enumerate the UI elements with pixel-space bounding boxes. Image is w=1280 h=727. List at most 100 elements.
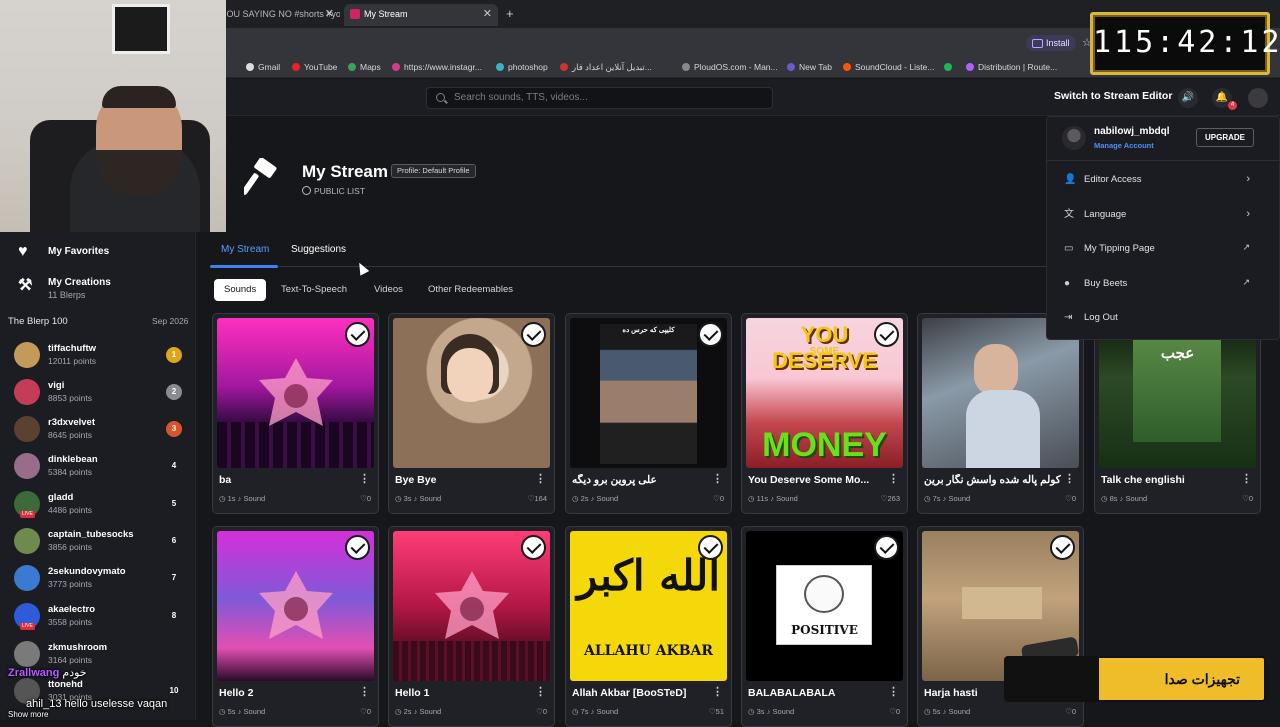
selected-check-icon[interactable] xyxy=(874,535,899,560)
bookmark-maps[interactable]: Maps xyxy=(348,60,381,74)
more-options-icon[interactable]: ⋮ xyxy=(712,472,723,485)
clock-icon: ◷ xyxy=(219,494,228,503)
more-options-icon[interactable]: ⋮ xyxy=(359,472,370,485)
menu-item-log-out[interactable]: ⇥ Log Out xyxy=(1064,310,1264,328)
selected-check-icon[interactable] xyxy=(1050,535,1075,560)
sound-likes[interactable]: 51 xyxy=(709,707,724,716)
more-options-icon[interactable]: ⋮ xyxy=(359,685,370,698)
close-tab-icon[interactable]: ✕ xyxy=(325,4,334,24)
sound-likes[interactable]: 164 xyxy=(528,494,547,503)
globe-icon xyxy=(302,186,311,195)
bookmark-instagram[interactable]: https://www.instagr... xyxy=(392,60,482,74)
sound-card[interactable]: عجب Talk che englishi ⋮ ◷ 8s ♪ Sound 0 xyxy=(1094,313,1261,514)
sound-card[interactable]: ba ⋮ ◷ 1s ♪ Sound 0 xyxy=(212,313,379,514)
subtab-videos[interactable]: Videos xyxy=(364,279,413,301)
leaderboard-row[interactable]: captain_tubesocks 3856 points 6 xyxy=(14,526,196,556)
install-app-button[interactable]: Install xyxy=(1026,35,1076,51)
new-tab-icon[interactable]: + xyxy=(506,6,514,21)
leaderboard-row[interactable]: 2sekundovymato 3773 points 7 xyxy=(14,563,196,593)
sound-card[interactable]: کولم پاله شده واسش نگار برین ⋮ ◷ 7s ♪ Soun… xyxy=(917,313,1084,514)
leaderboard-username: gladd xyxy=(48,492,74,503)
sound-thumbnail[interactable]: عجب xyxy=(1099,318,1256,468)
thumb-caption: MONEY xyxy=(762,426,887,464)
subtab-sounds[interactable]: Sounds xyxy=(214,279,267,301)
leaderboard-username: r3dxvelvet xyxy=(48,417,96,428)
search-input[interactable]: Search sounds, TTS, videos... xyxy=(426,87,773,109)
sound-likes[interactable]: 0 xyxy=(360,494,371,503)
sound-type: Sound xyxy=(419,707,442,716)
leaderboard-row[interactable]: tiffachuftw 12011 points 1 xyxy=(14,340,196,370)
selected-check-icon[interactable] xyxy=(345,535,370,560)
clock-icon: ◷ xyxy=(572,494,581,503)
more-options-icon[interactable]: ⋮ xyxy=(535,685,546,698)
more-options-icon[interactable]: ⋮ xyxy=(1241,472,1252,485)
bookmark-youtube[interactable]: YouTube xyxy=(292,60,337,74)
rank-position-badge: 3 xyxy=(166,421,182,437)
leaderboard-row[interactable]: vigi 8853 points 2 xyxy=(14,377,196,407)
sound-card[interactable]: Hello 2 ⋮ ◷ 5s ♪ Sound 0 xyxy=(212,526,379,727)
bookmark-distribution[interactable]: Distribution | Route... xyxy=(966,60,1057,74)
logout-icon: ⇥ xyxy=(1064,312,1073,323)
sound-card[interactable]: YOU DESERVE SOME MONEY You Deserve Some Mo.… xyxy=(741,313,908,514)
selected-check-icon[interactable] xyxy=(345,322,370,347)
manage-account-link[interactable]: Manage Account xyxy=(1094,141,1154,150)
sound-likes[interactable]: 0 xyxy=(713,494,724,503)
selected-check-icon[interactable] xyxy=(874,322,899,347)
sound-likes[interactable]: 0 xyxy=(360,707,371,716)
browser-tab-active[interactable]: My Stream ✕ xyxy=(344,4,498,26)
browser-window-icon: ▭ xyxy=(1064,243,1074,254)
more-options-icon[interactable]: ⋮ xyxy=(712,685,723,698)
subtab-other-redeemables[interactable]: Other Redeemables xyxy=(418,279,523,301)
volume-icon[interactable]: 🔊 xyxy=(1178,88,1198,108)
menu-item-language[interactable]: 文 Language › xyxy=(1064,207,1264,225)
leaderboard-row[interactable]: dinklebean 5384 points 4 xyxy=(14,451,196,481)
sound-likes[interactable]: 0 xyxy=(1065,707,1076,716)
menu-item-editor-access[interactable]: 👤 Editor Access › xyxy=(1064,172,1264,190)
sound-likes[interactable]: 0 xyxy=(1242,494,1253,503)
subtab-text-to-speech[interactable]: Text-To-Speech xyxy=(271,279,357,301)
more-options-icon[interactable]: ⋮ xyxy=(535,472,546,485)
sound-card[interactable]: POSITIVE BALABALABALA ⋮ ◷ 3s ♪ Sound 0 xyxy=(741,526,908,727)
chat-show-more[interactable]: Show more xyxy=(8,710,48,719)
leaderboard-row[interactable]: zkmushroom 3164 points xyxy=(14,639,196,669)
upgrade-button[interactable]: UPGRADE xyxy=(1196,128,1254,147)
sound-thumbnail[interactable] xyxy=(922,318,1079,468)
bookmark-soundcloud[interactable]: SoundCloud - Liste... xyxy=(843,60,934,74)
selected-check-icon[interactable] xyxy=(521,535,546,560)
sound-likes[interactable]: 0 xyxy=(889,707,900,716)
bookmark-number-converter[interactable]: تبدیل آنلاین اعداد فار... xyxy=(560,60,652,74)
menu-item-buy-beets[interactable]: ● Buy Beets ↗ xyxy=(1064,276,1264,294)
leaderboard-row[interactable]: gladd 4486 points 5 LIVE xyxy=(14,489,196,519)
sound-likes[interactable]: 0 xyxy=(1065,494,1076,503)
more-options-icon[interactable]: ⋮ xyxy=(888,685,899,698)
tab-my-stream[interactable]: My Stream xyxy=(221,244,269,255)
selected-check-icon[interactable] xyxy=(521,322,546,347)
bookmark-spotify[interactable] xyxy=(944,60,956,74)
tab-suggestions[interactable]: Suggestions xyxy=(291,244,346,255)
sound-card[interactable]: کلیپی که حرس ده علی پروین برو دیگه ⋮ ◷ 2s ♪… xyxy=(565,313,732,514)
switch-to-stream-editor-button[interactable]: Switch to Stream Editor xyxy=(1054,90,1172,102)
menu-item-tipping-page[interactable]: ▭ My Tipping Page ↗ xyxy=(1064,241,1264,259)
profile-tag[interactable]: Profile: Default Profile xyxy=(391,164,476,178)
bookmark-photoshop[interactable]: photoshop xyxy=(496,60,548,74)
more-options-icon[interactable]: ⋮ xyxy=(888,472,899,485)
sound-title: Bye Bye xyxy=(395,474,437,486)
bookmark-gmail[interactable]: Gmail xyxy=(246,60,280,74)
sound-likes[interactable]: 0 xyxy=(536,707,547,716)
sound-likes[interactable]: 263 xyxy=(881,494,900,503)
sound-card[interactable]: Bye Bye ⋮ ◷ 3s ♪ Sound 164 xyxy=(388,313,555,514)
sound-card[interactable]: Hello 1 ⋮ ◷ 2s ♪ Sound 0 xyxy=(388,526,555,727)
more-options-icon[interactable]: ⋮ xyxy=(1064,472,1075,485)
hammer-icon: ⚒ xyxy=(18,277,33,294)
close-tab-icon[interactable]: ✕ xyxy=(483,4,492,24)
selected-check-icon[interactable] xyxy=(698,535,723,560)
selected-check-icon[interactable] xyxy=(698,322,723,347)
user-avatar[interactable] xyxy=(1248,88,1268,108)
leaderboard-row[interactable]: akaelectro 3558 points 8 LIVE xyxy=(14,601,196,631)
bookmark-ploudos[interactable]: PloudOS.com - Man... xyxy=(682,60,778,74)
new-tab-bookmark-icon xyxy=(787,63,795,71)
sound-card[interactable]: الله اكبر ALLAHU AKBAR Allah Akbar [BooSTe… xyxy=(565,526,732,727)
leaderboard-points: 3558 points xyxy=(48,617,92,627)
leaderboard-row[interactable]: r3dxvelvet 8645 points 3 xyxy=(14,414,196,444)
bookmark-new-tab[interactable]: New Tab xyxy=(787,60,832,74)
